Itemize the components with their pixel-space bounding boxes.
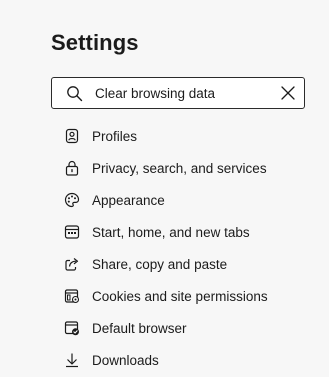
site-permissions-icon bbox=[64, 288, 80, 304]
sidebar-item-label: Start, home, and new tabs bbox=[92, 224, 250, 240]
sidebar-item-appearance[interactable]: Appearance bbox=[51, 184, 329, 216]
sidebar-item-profiles[interactable]: Profiles bbox=[51, 120, 329, 152]
search-box[interactable] bbox=[51, 77, 305, 109]
sidebar-item-label: Profiles bbox=[92, 128, 138, 144]
sidebar-item-privacy[interactable]: Privacy, search, and services bbox=[51, 152, 329, 184]
share-icon bbox=[64, 256, 80, 272]
default-browser-icon bbox=[64, 320, 80, 336]
page-title: Settings bbox=[51, 30, 139, 55]
profile-icon bbox=[64, 128, 80, 144]
download-icon bbox=[64, 352, 80, 368]
close-icon[interactable] bbox=[280, 85, 296, 101]
search-icon bbox=[66, 85, 83, 102]
sidebar-item-label: Appearance bbox=[92, 192, 165, 208]
settings-sidebar: Profiles Privacy, search, and services A… bbox=[51, 120, 329, 376]
search-input[interactable] bbox=[95, 78, 265, 108]
lock-icon bbox=[64, 160, 80, 176]
sidebar-item-start-home-new-tabs[interactable]: Start, home, and new tabs bbox=[51, 216, 329, 248]
sidebar-item-label: Default browser bbox=[92, 320, 187, 336]
sidebar-item-cookies-site-permissions[interactable]: Cookies and site permissions bbox=[51, 280, 329, 312]
sidebar-item-label: Cookies and site permissions bbox=[92, 288, 268, 304]
sidebar-item-label: Downloads bbox=[92, 352, 159, 368]
start-page-icon bbox=[64, 224, 80, 240]
sidebar-item-label: Share, copy and paste bbox=[92, 256, 228, 272]
palette-icon bbox=[64, 192, 80, 208]
sidebar-item-share-copy-paste[interactable]: Share, copy and paste bbox=[51, 248, 329, 280]
sidebar-item-label: Privacy, search, and services bbox=[92, 160, 267, 176]
sidebar-item-default-browser[interactable]: Default browser bbox=[51, 312, 329, 344]
sidebar-item-downloads[interactable]: Downloads bbox=[51, 344, 329, 376]
